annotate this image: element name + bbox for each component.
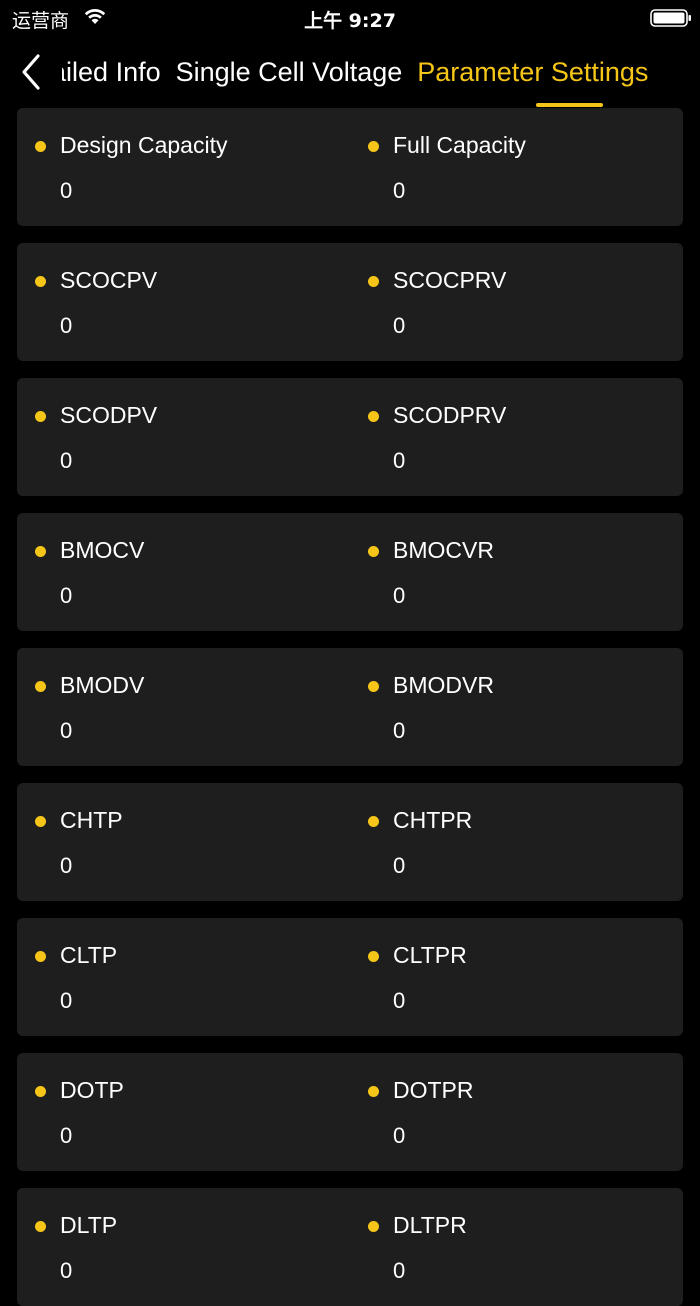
parameter-value: 0: [60, 1123, 73, 1148]
tab-bar: Detailed Info Single Cell Voltage Paramete…: [62, 40, 700, 108]
parameter-value: 0: [393, 313, 406, 338]
bullet-icon: [368, 141, 379, 152]
parameter-label: CHTPR: [393, 807, 473, 833]
parameter-label: Design Capacity: [60, 132, 228, 158]
parameter-label: CHTP: [60, 807, 123, 833]
parameter-label: BMODVR: [393, 672, 494, 698]
parameter-label: DOTPR: [393, 1077, 474, 1103]
parameter-field: BMOCVR 0: [350, 513, 670, 631]
parameter-value: 0: [60, 718, 73, 743]
bullet-icon: [368, 951, 379, 962]
parameter-value: 0: [60, 1258, 73, 1283]
parameter-label: DOTP: [60, 1077, 124, 1103]
nav-bar: Detailed Info Single Cell Voltage Paramete…: [0, 40, 700, 108]
status-time: 上午 9:27: [304, 10, 396, 32]
parameter-field: Design Capacity 0: [17, 108, 337, 226]
parameter-value: 0: [393, 448, 406, 473]
parameter-value: 0: [393, 178, 406, 203]
bullet-icon: [35, 276, 46, 287]
parameter-card: CLTP 0 CLTPR 0: [17, 918, 683, 1036]
bullet-icon: [368, 1086, 379, 1097]
tab-strip: Detailed Info Single Cell Voltage Paramete…: [62, 54, 663, 90]
parameter-value: 0: [60, 583, 73, 608]
bullet-icon: [368, 681, 379, 692]
bullet-icon: [368, 546, 379, 557]
parameter-value: 0: [60, 448, 73, 473]
bullet-icon: [368, 411, 379, 422]
parameter-card: SCODPV 0 SCODPRV 0: [17, 378, 683, 496]
parameter-field: DLTPR 0: [350, 1188, 670, 1306]
parameter-label: DLTP: [60, 1212, 118, 1238]
parameter-value: 0: [393, 583, 406, 608]
bullet-icon: [35, 1221, 46, 1232]
parameter-field: DOTPR 0: [350, 1053, 670, 1171]
bullet-icon: [35, 1086, 46, 1097]
bullet-icon: [35, 951, 46, 962]
parameter-label: BMOCV: [60, 537, 145, 563]
parameter-value: 0: [60, 178, 73, 203]
parameter-field: SCODPV 0: [17, 378, 337, 496]
bullet-icon: [368, 816, 379, 827]
parameter-field: SCODPRV 0: [350, 378, 670, 496]
parameter-field: SCOCPRV 0: [350, 243, 670, 361]
bullet-icon: [35, 411, 46, 422]
parameter-value: 0: [393, 1258, 406, 1283]
active-tab-indicator: [536, 103, 603, 107]
parameter-field: CLTPR 0: [350, 918, 670, 1036]
parameter-field: DOTP 0: [17, 1053, 337, 1171]
tab-parameter-settings[interactable]: Parameter Settings: [417, 54, 648, 90]
parameter-value: 0: [60, 853, 73, 878]
parameter-value: 0: [393, 1123, 406, 1148]
parameter-card: CHTP 0 CHTPR 0: [17, 783, 683, 901]
parameter-label: CLTPR: [393, 942, 467, 968]
parameter-card: BMOCV 0 BMOCVR 0: [17, 513, 683, 631]
bullet-icon: [368, 276, 379, 287]
parameter-card: BMODV 0 BMODVR 0: [17, 648, 683, 766]
parameter-field: CHTPR 0: [350, 783, 670, 901]
parameter-card: Design Capacity 0 Full Capacity 0: [17, 108, 683, 226]
back-button[interactable]: [14, 50, 54, 94]
parameter-card: DOTP 0 DOTPR 0: [17, 1053, 683, 1171]
parameter-field: BMOCV 0: [17, 513, 337, 631]
parameter-field: CLTP 0: [17, 918, 337, 1036]
parameter-label: BMODV: [60, 672, 145, 698]
parameter-value: 0: [60, 988, 73, 1013]
parameter-value: 0: [60, 313, 73, 338]
parameter-label: SCODPV: [60, 402, 158, 428]
bullet-icon: [35, 141, 46, 152]
parameter-label: BMOCVR: [393, 537, 494, 563]
parameter-label: SCOCPV: [60, 267, 158, 293]
parameter-field: BMODVR 0: [350, 648, 670, 766]
parameter-field: DLTP 0: [17, 1188, 337, 1306]
parameter-value: 0: [393, 853, 406, 878]
tab-detailed-info[interactable]: Detailed Info: [62, 54, 161, 90]
parameter-label: CLTP: [60, 942, 118, 968]
parameter-field: Full Capacity 0: [350, 108, 670, 226]
bullet-icon: [35, 816, 46, 827]
tab-single-cell-voltage[interactable]: Single Cell Voltage: [176, 54, 403, 90]
parameter-field: SCOCPV 0: [17, 243, 337, 361]
parameter-value: 0: [393, 718, 406, 743]
chevron-left-icon: [22, 54, 40, 90]
status-bar: 运营商 上午 9:27: [0, 0, 700, 36]
parameter-value: 0: [393, 988, 406, 1013]
bullet-icon: [35, 681, 46, 692]
parameter-label: SCODPRV: [393, 402, 507, 428]
parameter-label: DLTPR: [393, 1212, 467, 1238]
parameter-card: SCOCPV 0 SCOCPRV 0: [17, 243, 683, 361]
battery-icon: [650, 9, 691, 27]
bullet-icon: [368, 1221, 379, 1232]
parameter-label: Full Capacity: [393, 132, 526, 158]
parameter-field: CHTP 0: [17, 783, 337, 901]
parameter-card: DLTP 0 DLTPR 0: [17, 1188, 683, 1306]
bullet-icon: [35, 546, 46, 557]
parameter-label: SCOCPRV: [393, 267, 507, 293]
parameter-field: BMODV 0: [17, 648, 337, 766]
